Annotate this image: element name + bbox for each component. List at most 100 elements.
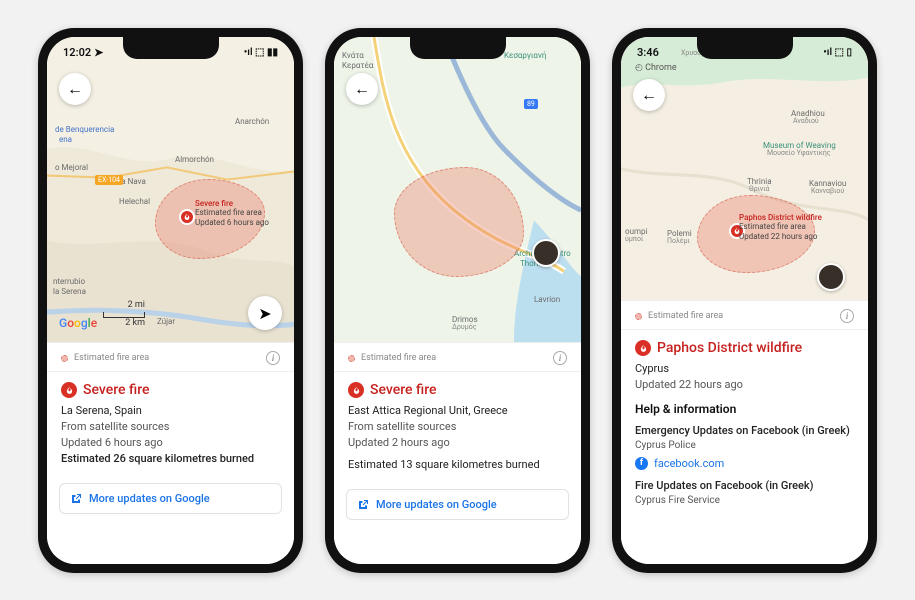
info-icon[interactable]: i [553,351,567,365]
legend-row: Estimated fire area i [47,343,294,372]
status-right: •ıl ⬚ ▯ [823,47,852,58]
screen: Κνάτα Κερατέα Κεσαργιανή ← 89 Archaio Th… [334,37,581,564]
status-right: •ıl ⬚ ▮▮ [244,47,278,58]
info-icon[interactable]: i [266,351,280,365]
card-line: Updated 2 hours ago [348,435,567,451]
fire-map-label: Paphos District wildfire Estimated fire … [739,213,822,242]
legend-dot-icon [61,355,68,362]
arrow-left-icon: ← [641,85,657,105]
map-place: o Mejoral [55,163,88,172]
map-place: Zújar [157,317,175,326]
help-item-link[interactable]: f facebook.com [635,456,854,472]
help-item-source: Cyprus Fire Service [635,494,854,509]
google-logo: Google [59,316,97,330]
help-item-title: Emergency Updates on Facebook (in Greek) [635,423,854,439]
help-item-title: Fire Updates on Facebook (in Greek) [635,478,854,494]
fire-pin-icon[interactable] [179,209,195,225]
map-place: Almorchón [175,155,214,164]
screen: 3:46 •ıl ⬚ ▯ ◴ Chrome Χρυσοχούς ← Anadhi… [621,37,868,564]
location-icon: ➤ [94,46,103,59]
poi-badge-icon[interactable] [817,263,845,291]
status-time: 12:02 [63,46,91,59]
card-line: From satellite sources [348,419,567,435]
map[interactable]: ← Severe fire Estimated fire area Update… [47,37,294,343]
map[interactable]: Χρυσοχούς ← Anadhiou Αναδιού Museum of W… [621,37,868,301]
card-line: Updated 6 hours ago [61,435,280,451]
map-place: de Benquerencia [55,125,114,134]
map-place: Κερατέα [342,61,373,70]
map-place: nterrubio [53,277,85,286]
legend-text: Estimated fire area [74,353,149,363]
facebook-icon: f [635,457,648,470]
road-tag: EX-104 [95,175,123,185]
card-line: Updated 22 hours ago [635,377,854,393]
legend-dot-icon [348,355,355,362]
card-line: La Serena, Spain [61,403,280,419]
arrow-left-icon: ← [67,79,83,99]
map-poi: Μουσείο Υφαντικής [767,149,831,157]
bottom-sheet[interactable]: Estimated fire area i Paphos District wi… [621,300,868,564]
map-place: Κνάτα [342,51,364,60]
legend-dot-icon [635,313,642,320]
flame-icon [348,382,364,398]
more-updates-button[interactable]: More updates on Google [59,483,282,514]
map-place: ύμποι [625,235,643,243]
map-place: Αναδιού [793,117,819,125]
back-button[interactable]: ← [59,73,91,105]
map-place: Κανναβιού [811,187,844,195]
compass-icon: ➤ [258,304,271,323]
legend-row: Estimated fire area i [621,301,868,330]
help-item-source: Cyprus Police [635,439,854,454]
map-place: Κεσαργιανή [504,51,546,60]
fire-card: Severe fire East Attica Regional Unit, G… [334,372,581,483]
fire-area-blob [394,167,524,277]
fire-card: Paphos District wildfire Cyprus Updated … [621,330,868,518]
map[interactable]: Κνάτα Κερατέα Κεσαργιανή ← 89 Archaio Th… [334,37,581,343]
notch [410,37,506,59]
map-place: Anarchón [235,117,269,126]
open-external-icon [357,499,369,511]
road-tag: 89 [524,99,538,109]
card-line: East Attica Regional Unit, Greece [348,403,567,419]
phone-2: Κνάτα Κερατέα Κεσαργιανή ← 89 Archaio Th… [325,28,590,573]
card-burned: Estimated 26 square kilometres burned [61,451,280,467]
more-updates-button[interactable]: More updates on Google [346,489,569,520]
fire-map-label: Severe fire Estimated fire area Updated … [195,199,269,228]
back-button[interactable]: ← [633,79,665,111]
open-external-icon [70,493,82,505]
map-place: la Serena [53,287,86,296]
bottom-sheet[interactable]: Estimated fire area i Severe fire La Ser… [47,342,294,563]
legend-text: Estimated fire area [361,353,436,363]
map-place: Δρυμός [452,323,476,331]
map-place: Helechal [119,197,150,206]
notch [697,37,793,59]
card-line: Cyprus [635,361,854,377]
phone-1: 12:02 ➤ •ıl ⬚ ▮▮ ← Severe fire Estimated… [38,28,303,573]
arrow-left-icon: ← [354,79,370,99]
legend-row: Estimated fire area i [334,343,581,372]
status-time: 3:46 [637,46,659,59]
bottom-sheet[interactable]: Estimated fire area i Severe fire East A… [334,342,581,563]
flame-icon [61,382,77,398]
card-burned: Estimated 13 square kilometres burned [348,457,567,473]
map-place: Πολέμι [667,237,690,245]
screen: 12:02 ➤ •ıl ⬚ ▮▮ ← Severe fire Estimated… [47,37,294,564]
flame-icon [635,340,651,356]
poi-badge-icon[interactable] [532,239,560,267]
legend-text: Estimated fire area [648,311,723,321]
fire-card: Severe fire La Serena, Spain From satell… [47,372,294,477]
card-title: Severe fire [61,380,280,400]
help-heading: Help & information [635,401,854,418]
scale-bar: 2 mi 2 km [103,300,145,328]
card-title: Paphos District wildfire [635,338,854,358]
map-place: Lavrion [534,295,560,304]
recenter-button[interactable]: ➤ [248,296,282,330]
card-title: Severe fire [348,380,567,400]
map-place: Θρινιά [749,185,769,193]
phone-3: 3:46 •ıl ⬚ ▯ ◴ Chrome Χρυσοχούς ← Anadhi… [612,28,877,573]
notch [123,37,219,59]
map-place: ena [59,135,72,144]
card-line: From satellite sources [61,419,280,435]
info-icon[interactable]: i [840,309,854,323]
back-button[interactable]: ← [346,73,378,105]
